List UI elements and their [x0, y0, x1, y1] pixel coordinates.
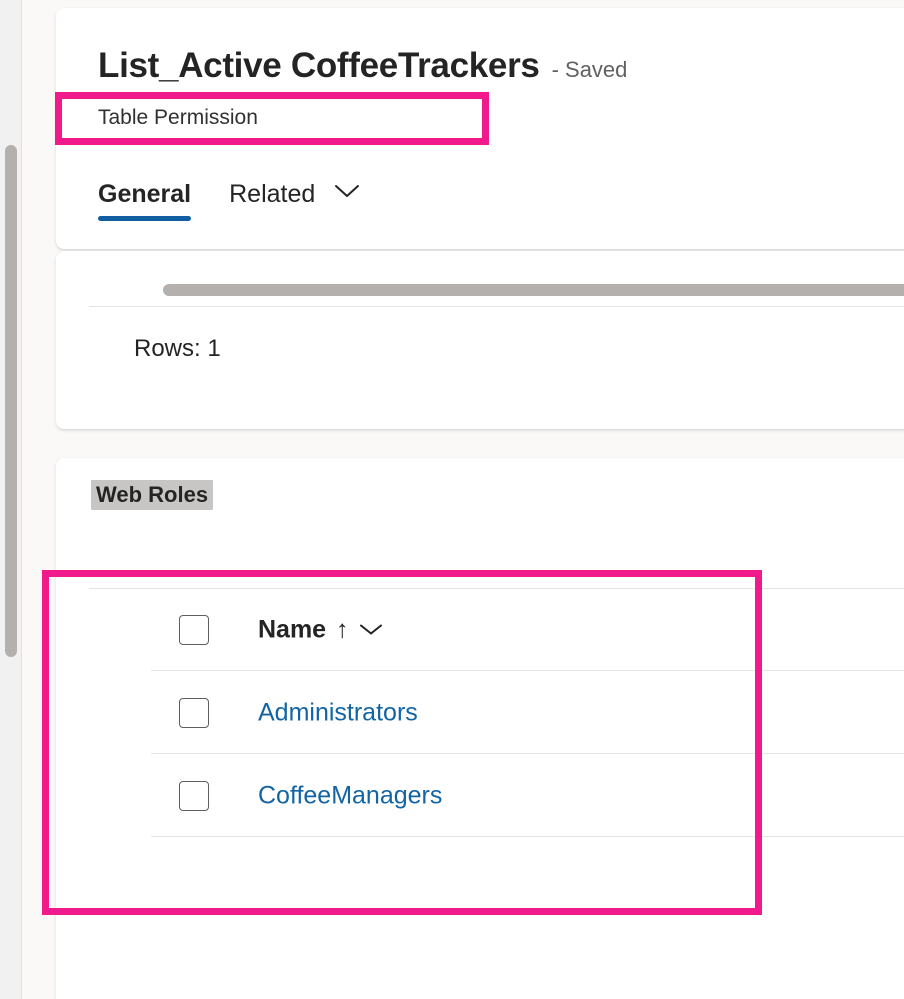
- chevron-down-icon[interactable]: [359, 623, 383, 637]
- row-name-link[interactable]: CoffeeManagers: [258, 781, 442, 810]
- tab-related[interactable]: Related: [229, 180, 360, 227]
- table-row[interactable]: Administrators: [56, 671, 904, 754]
- table-row[interactable]: CoffeeManagers: [56, 754, 904, 837]
- row-name-link[interactable]: Administrators: [258, 698, 418, 727]
- row-select-checkbox[interactable]: [179, 780, 209, 811]
- entity-type-label: Table Permission: [98, 106, 258, 129]
- record-header-card: List_Active CoffeeTrackers - Saved Table…: [56, 8, 904, 249]
- rows-count-label: Rows: 1: [134, 335, 221, 362]
- select-all-checkbox[interactable]: [179, 614, 209, 645]
- page-vertical-scrollbar-thumb[interactable]: [5, 145, 17, 657]
- grid-horizontal-scrollbar[interactable]: [163, 284, 904, 296]
- records-grid-card: Rows: 1: [56, 251, 904, 429]
- form-tabs: General Related: [98, 180, 398, 227]
- grid-horizontal-scrollbar-thumb[interactable]: [163, 284, 904, 296]
- record-saved-status: - Saved: [551, 57, 628, 82]
- record-title-row: List_Active CoffeeTrackers - Saved: [98, 46, 627, 86]
- column-header-name-label: Name: [258, 615, 327, 643]
- subgrid-header-row: Name ↑: [56, 588, 904, 671]
- web-roles-section-label: Web Roles: [91, 480, 214, 510]
- row-select-checkbox[interactable]: [179, 697, 209, 728]
- page-title: List_Active CoffeeTrackers: [98, 46, 540, 85]
- sort-ascending-icon: ↑: [336, 615, 349, 643]
- row-divider: [151, 836, 904, 837]
- tab-general-label: General: [98, 180, 192, 208]
- grid-top-divider: [89, 306, 904, 307]
- page-canvas: List_Active CoffeeTrackers - Saved Table…: [23, 0, 904, 999]
- web-roles-card: Web Roles Name ↑ Administrators CoffeeMa…: [56, 458, 904, 999]
- tab-related-label: Related: [229, 180, 316, 208]
- page-vertical-scrollbar[interactable]: [0, 0, 22, 999]
- tab-general[interactable]: General: [98, 180, 192, 227]
- column-header-name[interactable]: Name ↑: [258, 615, 383, 644]
- chevron-down-icon: [334, 183, 360, 199]
